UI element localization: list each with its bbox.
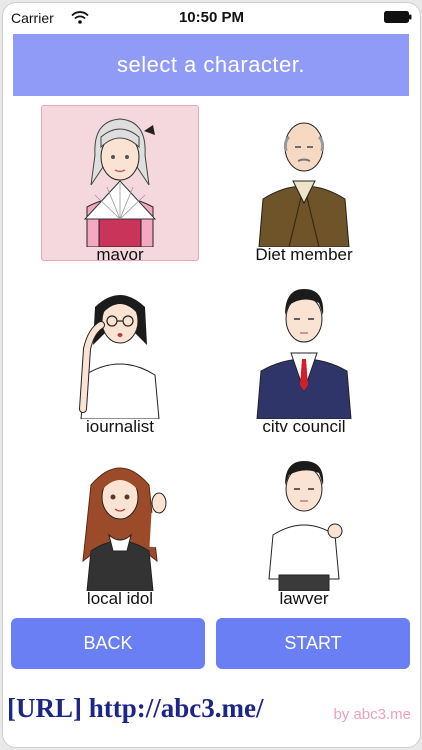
character-cell-lawyer[interactable]: lawver [225, 447, 383, 608]
character-label: Diet member [255, 245, 353, 264]
journalist-portrait [79, 295, 160, 419]
character-cell-diet-member[interactable]: Diet member [225, 103, 383, 264]
character-label: citv council [262, 417, 346, 436]
page-title: select a character. [13, 34, 409, 96]
character-label: local idol [86, 589, 154, 608]
character-cell-mayor[interactable]: mavor [41, 103, 199, 264]
diet-member-portrait [258, 122, 350, 247]
local-idol-portrait [82, 467, 167, 591]
character-label: lawver [279, 589, 329, 608]
footer-url[interactable]: [URL] http://abc3.me/ [7, 693, 263, 724]
battery-icon [384, 11, 412, 23]
phone-screen: Carrier 10:50 PM select a character. mav… [2, 2, 421, 748]
character-label: mavor [96, 245, 144, 264]
character-label: iournalist [85, 417, 155, 436]
status-time: 10:50 PM [178, 9, 245, 26]
footer-credit: by abc3.me [333, 706, 411, 723]
character-cell-local-idol[interactable]: local idol [41, 447, 199, 608]
mayor-portrait [83, 118, 157, 247]
character-grid: mavor Diet member iournalist citv counci… [3, 103, 420, 608]
lawyer-portrait [268, 461, 343, 591]
start-button[interactable]: START [216, 618, 410, 669]
status-bar: Carrier 10:50 PM [3, 3, 420, 31]
back-button[interactable]: BACK [11, 618, 205, 669]
character-cell-journalist[interactable]: iournalist [41, 275, 199, 436]
character-cell-city-council[interactable]: citv council [225, 275, 383, 436]
city-council-portrait [256, 289, 352, 419]
